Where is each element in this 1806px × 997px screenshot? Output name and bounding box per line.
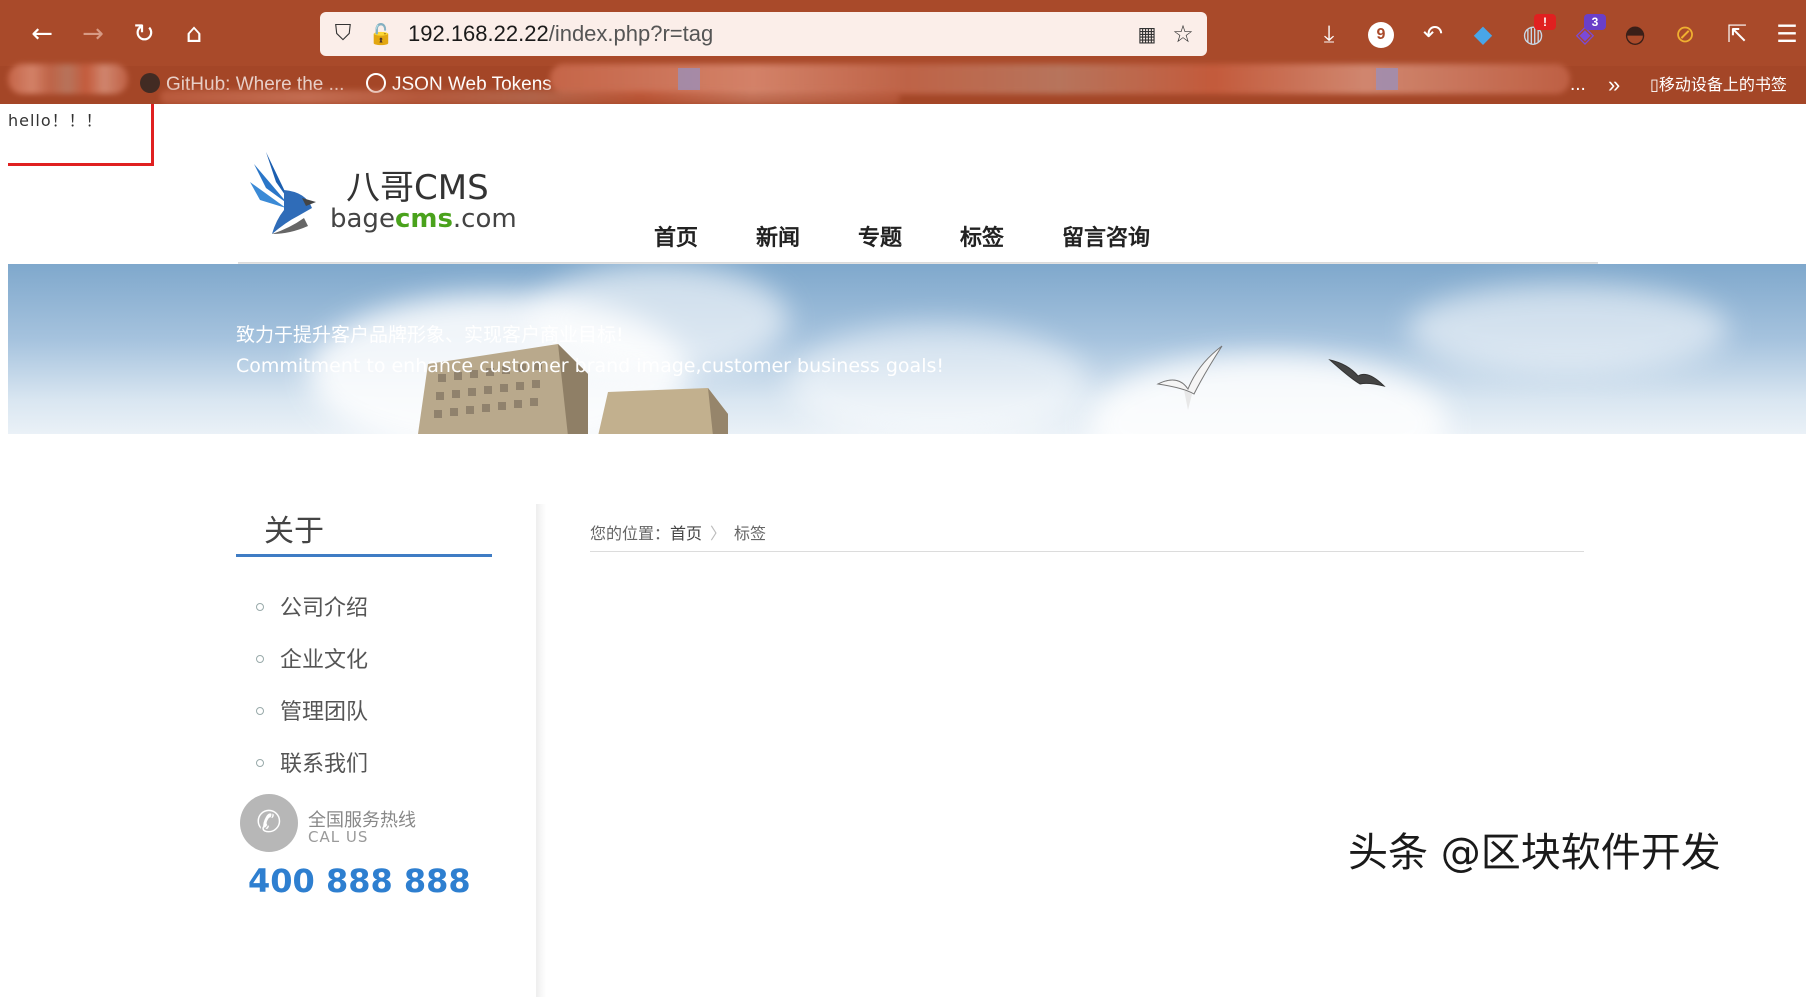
mobile-bookmarks[interactable]: ▯移动设备上的书签 [1650, 66, 1787, 104]
blocked-extension-icon[interactable]: ⊘ [1668, 16, 1702, 52]
bird-logo-icon [250, 152, 316, 234]
banner-slogan-en: Commitment to enhance customer brand ima… [236, 355, 944, 377]
breadcrumb-separator: 〉 [710, 524, 727, 543]
breadcrumb-home-link[interactable]: 首页 [670, 524, 702, 543]
share-icon[interactable]: ⇱ [1720, 16, 1754, 52]
insecure-lock-icon[interactable]: 🔓 [368, 20, 394, 48]
cloud [788, 324, 1088, 434]
nav-topics[interactable]: 专题 [858, 220, 902, 252]
logo-text-en: bagecms.com [330, 204, 517, 234]
nav-news[interactable]: 新闻 [756, 220, 800, 252]
mobile-bookmarks-label: 移动设备上的书签 [1658, 75, 1787, 94]
redacted-favicon [678, 68, 700, 90]
back-arrow-icon[interactable]: ← [24, 16, 60, 52]
address-bar[interactable]: ⛉ 🔓 192.168.22.22/index.php?r=tag ▦ ☆ [320, 12, 1207, 56]
sidebar-item-label: 公司介绍 [280, 596, 369, 621]
bullet-icon [256, 759, 264, 767]
shield-icon[interactable]: ⛉ [330, 20, 356, 48]
breadcrumb-divider [590, 551, 1584, 552]
sidebar-item-company-intro[interactable]: 公司介绍 [256, 590, 368, 622]
redacted-favicon [1376, 68, 1398, 90]
three-badge: 3 [1584, 14, 1606, 30]
redacted-bookmark [8, 64, 128, 94]
seagull-image [1156, 345, 1223, 410]
sidebar-item-label: 联系我们 [280, 752, 369, 777]
url-host: 192.168.22.22 [408, 21, 549, 46]
sidebar-item-label: 管理团队 [280, 700, 369, 725]
bullet-icon [256, 707, 264, 715]
more-bookmarks-chevron-icon[interactable]: » [1608, 66, 1620, 104]
bullet-icon [256, 655, 264, 663]
phone-icon: ✆ [240, 794, 298, 852]
sidebar-item-team[interactable]: 管理团队 [256, 694, 368, 726]
hello-text: hello！！！ [8, 111, 103, 130]
bullet-icon [256, 603, 264, 611]
logo-text-cn: 八哥CMS [346, 168, 489, 208]
breadcrumb-prefix: 您的位置： [590, 524, 671, 543]
bookmark-star-icon[interactable]: ☆ [1169, 20, 1197, 48]
nav-home[interactable]: 首页 [654, 220, 698, 252]
url-text[interactable]: 192.168.22.22/index.php?r=tag [408, 12, 713, 56]
url-path: /index.php?r=tag [548, 21, 714, 46]
breadcrumb: 您的位置：首页〉标签 [590, 520, 766, 544]
qr-code-icon[interactable]: ▦ [1135, 22, 1159, 46]
github-icon [140, 73, 160, 93]
browser-toolbar: ← → ↻ ⌂ ⛉ 🔓 192.168.22.22/index.php?r=ta… [0, 0, 1806, 66]
redaction-smear [160, 90, 900, 104]
mobile-device-icon: ▯ [1650, 75, 1659, 94]
reload-icon[interactable]: ↻ [126, 16, 162, 52]
breadcrumb-current: 标签 [734, 524, 767, 543]
menu-icon[interactable]: ☰ [1770, 16, 1804, 52]
alert-badge: ! [1534, 14, 1556, 30]
download-icon[interactable]: ⤓ [1312, 16, 1346, 52]
watermark: 头条 @区块软件开发 [1348, 830, 1721, 876]
page-viewport: hello！！！ 八哥CMS bagecms.com 首页 新闻 专题 标签 留… [8, 104, 1806, 997]
site-logo[interactable]: 八哥CMS bagecms.com [246, 142, 536, 242]
forward-arrow-icon[interactable]: → [75, 16, 111, 52]
sidebar-title: 关于 [264, 514, 324, 549]
sidebar-item-contact[interactable]: 联系我们 [256, 746, 368, 778]
diamond-icon[interactable]: ◆ [1466, 16, 1500, 52]
hat-extension-icon[interactable]: ◓ [1618, 16, 1652, 52]
hotline-number: 400 888 888 [248, 862, 471, 900]
sidebar-divider [536, 504, 546, 997]
seagull-image [1328, 359, 1386, 387]
sidebar-item-culture[interactable]: 企业文化 [256, 642, 368, 674]
sidebar-title-underline [236, 554, 492, 557]
nav-guestbook[interactable]: 留言咨询 [1062, 220, 1150, 252]
banner: 致力于提升客户品牌形象、实现客户商业目标! Commitment to enha… [8, 264, 1806, 434]
nav-tags[interactable]: 标签 [960, 220, 1004, 252]
hotline-label-en: CAL US [308, 828, 369, 846]
home-icon[interactable]: ⌂ [176, 16, 212, 52]
banner-slogan-cn: 致力于提升客户品牌形象、实现客户商业目标! [236, 324, 624, 346]
sidebar-item-label: 企业文化 [280, 648, 369, 673]
logo-en-suffix: .com [452, 204, 517, 234]
logo-en-mid: cms [394, 204, 453, 234]
logo-en-prefix: bage [330, 204, 395, 234]
extension-count-badge[interactable]: 9 [1368, 22, 1394, 48]
cloud [1408, 284, 1728, 374]
undo-arrow-icon[interactable]: ↶ [1416, 16, 1450, 52]
cloud [1088, 354, 1448, 434]
bookmark-ellipsis[interactable]: ... [1570, 66, 1586, 104]
